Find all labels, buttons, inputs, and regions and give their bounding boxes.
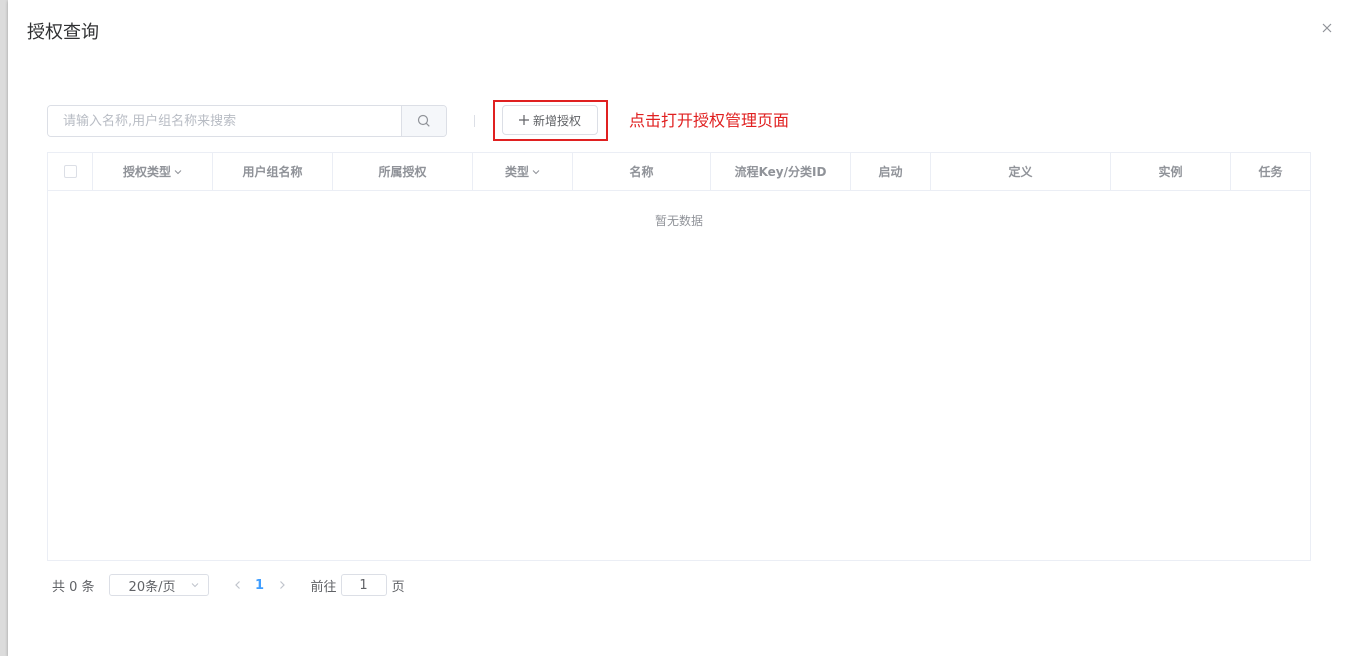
- page-size-value: 20条/页: [128, 579, 176, 595]
- pagination-total: 共 0 条: [52, 579, 95, 595]
- search-button[interactable]: [401, 106, 446, 136]
- search-box: [47, 105, 447, 137]
- toolbar-divider: [474, 115, 475, 127]
- page-size-select[interactable]: 20条/页: [108, 574, 209, 596]
- column-definition: 定义: [931, 153, 1111, 190]
- add-authorization-label: 新增授权: [532, 113, 581, 128]
- prev-page-button[interactable]: [231, 574, 245, 596]
- column-instance: 实例: [1111, 153, 1231, 190]
- background-page-edge: [0, 0, 8, 656]
- chevron-down-icon: [174, 169, 182, 174]
- page-jump-input[interactable]: [340, 574, 387, 596]
- column-auth-type[interactable]: 授权类型: [93, 153, 213, 190]
- column-name: 名称: [573, 153, 711, 190]
- column-start: 启动: [851, 153, 931, 190]
- search-icon: [417, 114, 430, 127]
- close-icon[interactable]: [1319, 20, 1335, 36]
- select-all-checkbox[interactable]: [63, 165, 77, 178]
- column-owning-auth: 所属授权: [333, 153, 473, 190]
- page-number-current[interactable]: 1: [245, 578, 275, 593]
- chevron-right-icon: [279, 581, 285, 589]
- plus-icon: [518, 115, 529, 125]
- chevron-left-icon: [234, 581, 240, 589]
- pagination: 共 0 条 20条/页 1 前往 页: [52, 573, 405, 597]
- jump-prefix: 前往: [310, 579, 337, 595]
- column-type[interactable]: 类型: [473, 153, 573, 190]
- chevron-down-icon: [532, 169, 540, 174]
- authorization-query-dialog: 授权查询 新增授权 点击打开授权管理页面: [8, 0, 1353, 656]
- table-header: 授权类型 用户组名称 所属授权 类型 名称 流程Key/分类ID 启动 定义 实…: [48, 153, 1310, 191]
- dialog-title: 授权查询: [27, 22, 99, 43]
- column-user-group-name: 用户组名称: [213, 153, 333, 190]
- authorization-table: 授权类型 用户组名称 所属授权 类型 名称 流程Key/分类ID 启动 定义 实…: [47, 152, 1311, 561]
- chevron-down-icon: [191, 583, 198, 588]
- column-task: 任务: [1258, 165, 1283, 179]
- select-all-cell: [48, 153, 93, 190]
- column-process-key: 流程Key/分类ID: [711, 153, 851, 190]
- jump-suffix: 页: [391, 579, 405, 595]
- table-empty-text: 暂无数据: [654, 214, 703, 228]
- add-authorization-button[interactable]: 新增授权: [502, 105, 598, 135]
- next-page-button[interactable]: [275, 574, 289, 596]
- search-input[interactable]: [48, 106, 401, 136]
- annotation-text: 点击打开授权管理页面: [629, 111, 790, 130]
